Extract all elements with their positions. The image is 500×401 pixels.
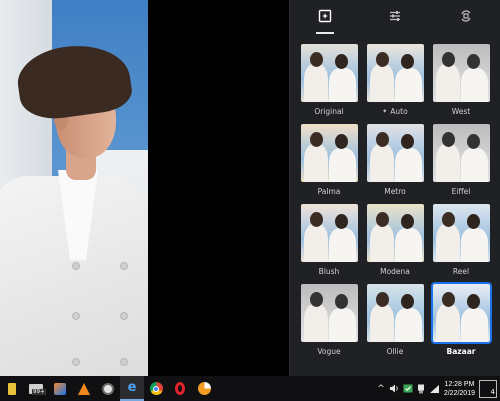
wifi-icon[interactable] (429, 384, 440, 393)
chevron-up-icon[interactable]: ^ (377, 384, 385, 394)
edit-tabs (290, 0, 500, 34)
photo-preview (0, 0, 148, 376)
taskbar-chrome[interactable] (144, 376, 168, 401)
screen: Original ✦ Auto West Palma Metro Eiffel Blush Mo… (0, 0, 500, 401)
jacket-button (120, 358, 128, 366)
mail-badge: 99+ (32, 389, 46, 395)
sliders-icon (388, 8, 402, 27)
filter-label: Bazaar (447, 347, 476, 356)
filter-label: ✦ Auto (382, 107, 407, 116)
edge-icon: e (127, 380, 137, 395)
system-tray: ^ 12:28 PM 2/22/2019 4 (377, 376, 500, 401)
chrome-icon (149, 382, 163, 395)
filter-thumbnail (366, 204, 424, 262)
tab-adjust[interactable] (360, 0, 430, 34)
filter-thumbnail (300, 284, 358, 342)
jacket-button (72, 262, 80, 270)
filter-tile-vogue[interactable]: Vogue (296, 284, 362, 356)
taskbar-app-round[interactable] (96, 376, 120, 401)
filter-tile-ollie[interactable]: Ollie (362, 284, 428, 356)
volume-icon[interactable] (389, 384, 399, 393)
filter-grid: Original ✦ Auto West Palma Metro Eiffel Blush Mo… (296, 44, 493, 356)
filter-thumbnail (300, 44, 358, 102)
filter-name: Eiffel (451, 187, 471, 196)
filter-name: Metro (384, 187, 406, 196)
filter-name: Blush (318, 267, 340, 276)
taskbar-media-player[interactable] (48, 376, 72, 401)
filter-label: Eiffel (452, 187, 471, 196)
clock-date: 2/22/2019 (443, 389, 475, 397)
jacket-button (72, 358, 80, 366)
crop-rotate-icon (459, 8, 473, 27)
filter-tile-original[interactable]: Original (296, 44, 362, 116)
filter-thumbnail (432, 44, 490, 102)
filter-name: Vogue (317, 347, 341, 356)
filter-label: Ollie (387, 347, 404, 356)
filter-name: West (451, 107, 471, 116)
tab-filters[interactable] (290, 0, 360, 34)
jacket-button (120, 262, 128, 270)
taskbar-app-orange[interactable] (192, 376, 216, 401)
filter-adjust-icon (318, 8, 332, 27)
filter-name: Reel (452, 267, 470, 276)
filter-thumbnail (430, 282, 492, 344)
disc-icon (102, 382, 114, 395)
media-player-icon (54, 382, 66, 395)
filter-thumbnail (366, 124, 424, 182)
notification-count: 4 (490, 387, 495, 396)
vlc-icon (78, 382, 90, 395)
security-icon[interactable] (403, 384, 413, 393)
usb-device-icon[interactable] (417, 384, 425, 394)
taskbar-vlc[interactable] (72, 376, 96, 401)
clock[interactable]: 12:28 PM 2/22/2019 (444, 380, 475, 398)
filter-label: Blush (319, 267, 340, 276)
filter-name: Bazaar (446, 347, 476, 356)
filter-name: Palma (317, 187, 341, 196)
taskbar: 99+ e ^ 12:28 PM 2/22/2019 4 (0, 376, 500, 401)
taskbar-opera[interactable] (168, 376, 192, 401)
filter-label: Modena (380, 267, 410, 276)
filter-thumbnail (300, 204, 358, 262)
filter-tile-blush[interactable]: Blush (296, 204, 362, 276)
filter-label: Palma (318, 187, 341, 196)
filter-tile-palma[interactable]: Palma (296, 124, 362, 196)
filter-tile-reel[interactable]: Reel (428, 204, 494, 276)
filter-thumbnail (366, 44, 424, 102)
filter-tile-eiffel[interactable]: Eiffel (428, 124, 494, 196)
action-center-button[interactable]: 4 (479, 379, 497, 398)
filter-tile-modena[interactable]: Modena (362, 204, 428, 276)
filter-name: Auto (390, 107, 408, 116)
taskbar-mail[interactable]: 99+ (24, 376, 48, 401)
filter-label: Metro (384, 187, 406, 196)
tab-crop-rotate[interactable] (431, 0, 500, 34)
filter-thumbnail (300, 124, 358, 182)
filter-tile-bazaar[interactable]: Bazaar (428, 282, 494, 356)
filter-tile-auto[interactable]: ✦ Auto (362, 44, 428, 116)
filter-label: West (452, 107, 470, 116)
edit-panel: Original ✦ Auto West Palma Metro Eiffel Blush Mo… (289, 0, 500, 376)
filter-label: Reel (453, 267, 469, 276)
taskbar-edge[interactable]: e (120, 376, 144, 401)
filter-thumbnail (432, 204, 490, 262)
filter-tile-metro[interactable]: Metro (362, 124, 428, 196)
taskbar-app-yellow[interactable] (0, 376, 24, 401)
filter-label: Original (314, 107, 343, 116)
clock-time: 12:28 PM (444, 380, 475, 388)
jacket-button (72, 312, 80, 320)
filter-name: Original (314, 107, 344, 116)
filter-thumbnail (366, 284, 424, 342)
opera-icon (175, 382, 185, 395)
jacket-button (120, 312, 128, 320)
sparkle-icon: ✦ (382, 108, 388, 115)
pie-app-icon (197, 382, 211, 395)
filter-tile-west[interactable]: West (428, 44, 494, 116)
filter-thumbnail (432, 124, 490, 182)
filter-label: Vogue (317, 347, 340, 356)
filter-name: Modena (380, 267, 410, 276)
app-icon (8, 382, 16, 395)
filter-name: Ollie (386, 347, 404, 356)
